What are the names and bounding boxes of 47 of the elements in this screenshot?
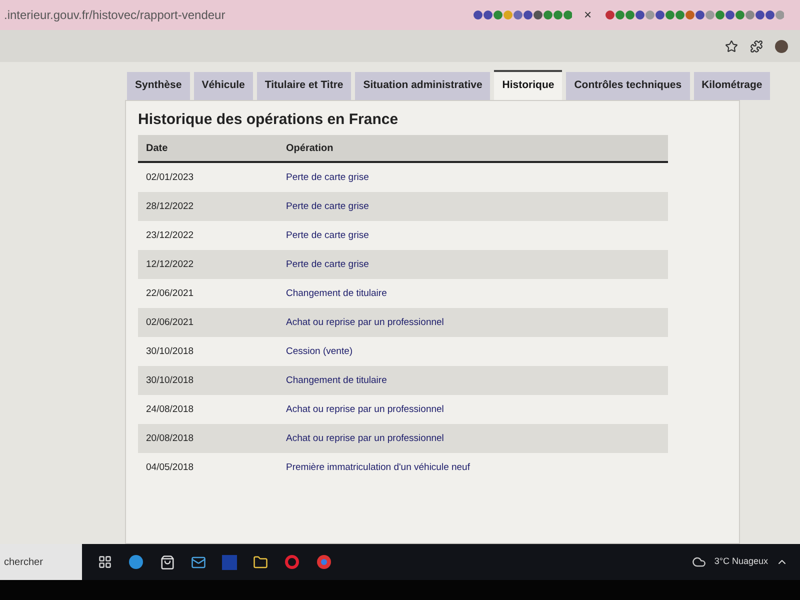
close-tab-button[interactable]: × [580, 5, 596, 25]
table-cell-text: 04/05/2018 [145, 460, 195, 475]
table-cell-text: Cession (vente) [285, 344, 353, 359]
tab[interactable]: Kilométrage [694, 72, 770, 100]
table-cell-text: 22/06/2021 [145, 286, 195, 301]
browser-icon[interactable] [128, 554, 144, 570]
bookmark-star-icon[interactable] [725, 40, 738, 52]
table-cell-text: 02/06/2021 [145, 316, 195, 330]
section-title: Historique des opérations en France [138, 110, 400, 130]
table-cell-text: Perte de carte grise [285, 228, 369, 243]
table-cell-text: 02/01/2023 [145, 170, 195, 185]
task-view-icon[interactable] [98, 555, 112, 569]
table-cell-text: Perte de carte grise [285, 200, 369, 214]
search-field[interactable]: chercher [0, 544, 82, 580]
tab[interactable]: Historique [494, 70, 562, 100]
tab[interactable]: Synthèse [127, 72, 190, 100]
column-header: Date [145, 142, 169, 156]
table-cell-text: Changement de titulaire [285, 374, 387, 388]
table-cell-text: 24/08/2018 [145, 402, 195, 417]
mail-icon[interactable] [191, 554, 206, 570]
table-cell-text: Achat ou reprise par un professionnel [285, 316, 444, 330]
table-cell-text: Perte de carte grise [285, 170, 369, 185]
table-cell-text: Achat ou reprise par un professionnel [285, 402, 444, 417]
table-cell-text: 30/10/2018 [145, 344, 195, 359]
browser-icon[interactable] [316, 554, 332, 570]
column-header: Opération [285, 142, 334, 156]
url-text[interactable]: .interieur.gouv.fr/histovec/rapport-vendeur [4, 6, 464, 24]
table-cell-text: 20/08/2018 [145, 432, 195, 446]
weather-text: 3°C Nuageux [714, 555, 768, 568]
ring-icon[interactable] [284, 554, 300, 570]
store-icon[interactable] [160, 554, 175, 570]
profile-avatar[interactable] [775, 40, 788, 52]
tab[interactable]: Situation administrative [355, 72, 490, 100]
tab[interactable]: Contrôles techniques [566, 72, 690, 100]
table-cell-text: 30/10/2018 [145, 374, 195, 388]
tab[interactable]: Titulaire et Titre [256, 72, 352, 100]
table-cell-text: Première immatriculation d'un véhicule neuf [285, 460, 470, 475]
table-cell-text: Changement de titulaire [285, 286, 387, 301]
weather-icon [692, 555, 706, 569]
table-cell-text: 23/12/2022 [145, 228, 195, 243]
table-cell-text: Achat ou reprise par un professionnel [285, 432, 444, 446]
extensions-icon[interactable] [750, 40, 763, 52]
table-cell-text: 12/12/2022 [145, 258, 195, 272]
table-cell-text: 28/12/2022 [145, 200, 195, 214]
tab[interactable]: Véhicule [194, 72, 253, 100]
table-cell-text: Perte de carte grise [285, 258, 369, 272]
folder-icon[interactable] [253, 554, 268, 570]
